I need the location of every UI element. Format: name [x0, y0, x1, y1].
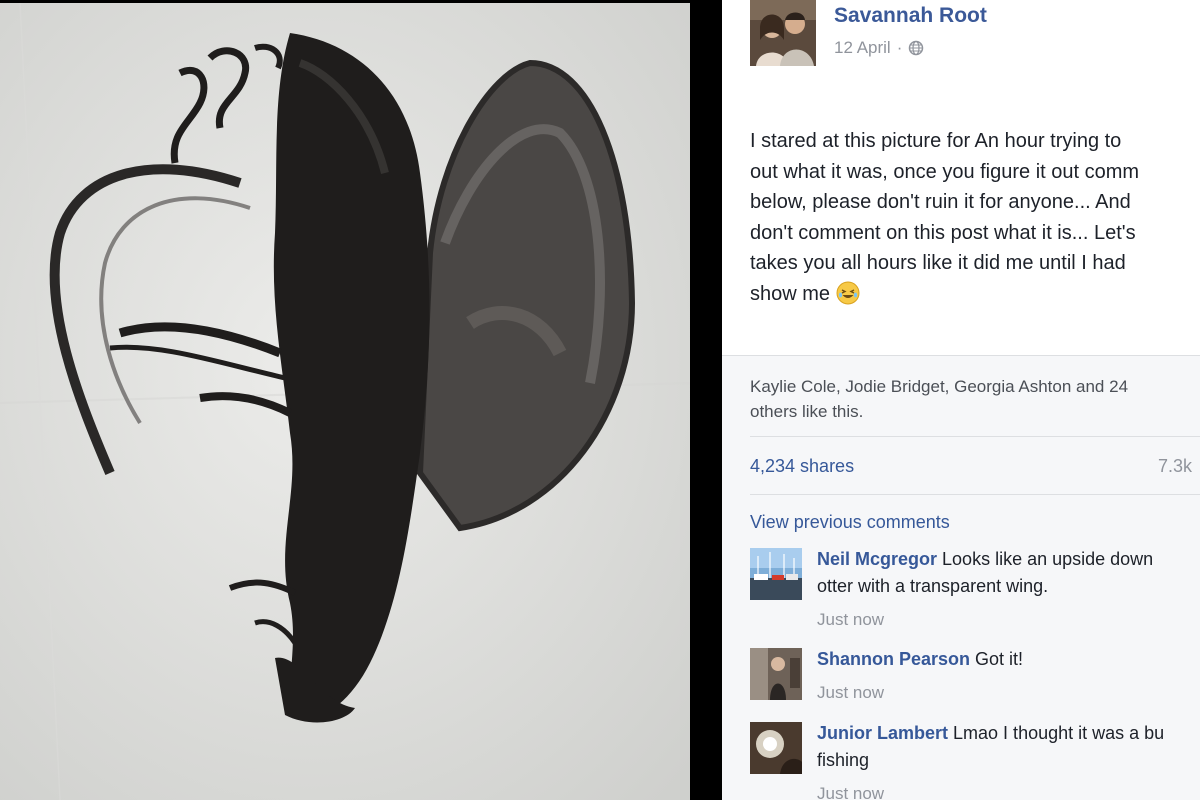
post-body-line: I stared at this picture for An hour try… — [750, 130, 1122, 152]
comment-body: Lmao I thought it was a bu — [948, 723, 1165, 743]
author-name[interactable]: Savannah Root — [834, 4, 987, 28]
globe-icon[interactable] — [908, 40, 924, 56]
comment-body: Got it! — [970, 649, 1024, 669]
likes-summary[interactable]: Kaylie Cole, Jodie Bridget, Georgia Asht… — [750, 374, 1128, 424]
comment-author[interactable]: Neil Mcgregor — [817, 549, 937, 569]
commenter-avatar[interactable] — [750, 548, 802, 600]
divider — [750, 436, 1200, 437]
post-date[interactable]: 12 April — [834, 38, 891, 58]
post-body-line-text: show me — [750, 282, 831, 305]
flash-photo-avatar — [750, 722, 802, 774]
laughing-tears-emoji-icon — [836, 281, 860, 304]
divider — [750, 494, 1200, 495]
post-meta: 12 April · — [834, 38, 924, 58]
comment-author[interactable]: Junior Lambert — [817, 723, 948, 743]
divider — [722, 355, 1200, 356]
post-photo[interactable] — [0, 3, 690, 800]
likes-summary-line: others like this. — [750, 402, 864, 421]
comment-time[interactable]: Just now — [817, 610, 884, 630]
author-avatar[interactable] — [750, 0, 816, 66]
comment-body: fishing — [817, 750, 870, 770]
meta-separator: · — [896, 38, 903, 57]
comment-time[interactable]: Just now — [817, 784, 884, 800]
post-body-line-last: show me — [750, 279, 1200, 310]
comment-author[interactable]: Shannon Pearson — [817, 649, 970, 669]
person-photo-avatar — [750, 648, 802, 700]
post-body-line: don't comment on this post what it is...… — [750, 221, 1136, 244]
commenter-avatar[interactable] — [750, 648, 802, 700]
harbour-photo-avatar — [750, 548, 802, 600]
comment-body: Looks like an upside down — [937, 549, 1154, 569]
commenter-avatar[interactable] — [750, 722, 802, 774]
comment-text: Junior Lambert Lmao I thought it was a b… — [817, 720, 1164, 774]
post-body-line: takes you all hours like it did me until… — [750, 252, 1126, 274]
post-body-line: below, please don't ruin it for anyone..… — [750, 191, 1131, 213]
shares-link[interactable]: 4,234 shares — [750, 456, 854, 477]
illusion-image — [0, 3, 690, 800]
view-previous-comments-link[interactable]: View previous comments — [750, 512, 950, 533]
photo-panel — [0, 0, 722, 800]
comment-text: Neil Mcgregor Looks like an upside down … — [817, 546, 1153, 600]
comment-text: Shannon Pearson Got it! — [817, 646, 1023, 673]
facebook-post: Savannah Root 12 April · I stared at thi… — [722, 0, 1200, 800]
comments-count-link[interactable]: 7.3k — [1158, 456, 1192, 477]
couple-photo-avatar — [750, 0, 816, 66]
comment-time[interactable]: Just now — [817, 683, 884, 703]
comment-body: otter with a transparent wing. — [817, 576, 1049, 596]
post-body: I stared at this picture for An hour try… — [750, 126, 1200, 309]
post-header: Savannah Root 12 April · — [750, 0, 1200, 70]
post-body-line: out what it was, once you figure it out … — [750, 160, 1140, 183]
likes-summary-line: Kaylie Cole, Jodie Bridget, Georgia Asht… — [750, 377, 1129, 396]
